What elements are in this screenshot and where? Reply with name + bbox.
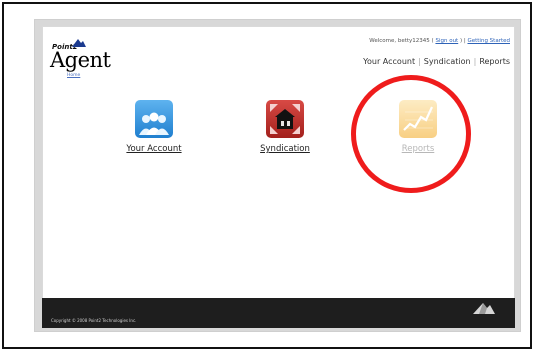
sign-out-link[interactable]: Sign out bbox=[435, 38, 458, 44]
tile-syndication[interactable]: Syndication bbox=[240, 100, 330, 154]
people-icon bbox=[135, 100, 173, 138]
nav-your-account[interactable]: Your Account bbox=[363, 57, 415, 66]
footer: Copyright © 2008 Point2 Technologies Inc… bbox=[42, 298, 515, 328]
syndication-icon bbox=[266, 100, 304, 138]
nav-separator: | bbox=[418, 57, 421, 66]
nav-reports[interactable]: Reports bbox=[479, 57, 510, 66]
annotation-highlight-circle bbox=[351, 75, 471, 193]
welcome-text: Welcome, betty12345 ( bbox=[369, 38, 436, 44]
getting-started-link[interactable]: Getting Started bbox=[467, 38, 510, 44]
copyright-text: Copyright © 2008 Point2 Technologies Inc… bbox=[51, 318, 137, 323]
agent-logo[interactable]: Point2 Agent Home bbox=[50, 36, 130, 86]
logo-title: Agent bbox=[50, 48, 111, 72]
tile-label-your-account[interactable]: Your Account bbox=[109, 144, 199, 154]
tile-your-account[interactable]: Your Account bbox=[109, 100, 199, 154]
tile-label-syndication[interactable]: Syndication bbox=[240, 144, 330, 154]
logo-mountain-icon bbox=[72, 39, 86, 47]
screenshot-frame: Point2 Agent Home Welcome, betty12345 ( … bbox=[2, 2, 532, 349]
welcome-bar: Welcome, betty12345 ( Sign out ) | Getti… bbox=[369, 38, 510, 44]
nav-syndication[interactable]: Syndication bbox=[424, 57, 471, 66]
home-link[interactable]: Home bbox=[67, 73, 80, 78]
footer-mountain-icon bbox=[473, 303, 495, 314]
nav-separator: | bbox=[473, 57, 477, 66]
top-nav: Your Account | Syndication | Reports bbox=[363, 57, 510, 66]
